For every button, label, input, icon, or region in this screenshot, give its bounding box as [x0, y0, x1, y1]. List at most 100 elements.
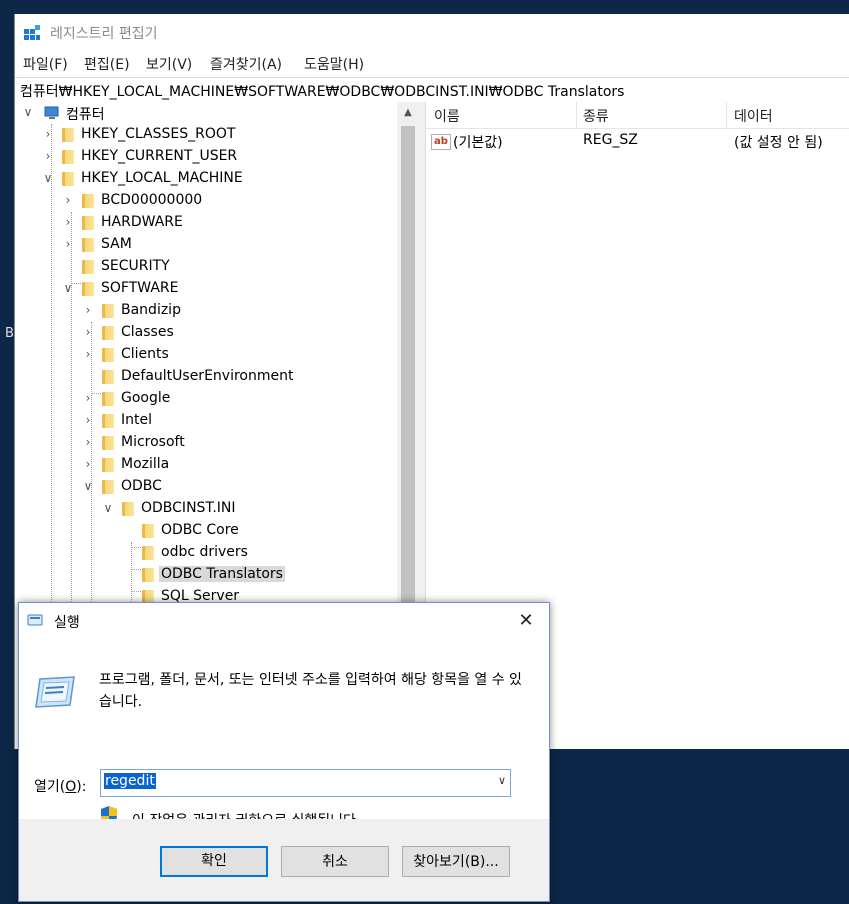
tree-node-label[interactable]: Intel — [119, 412, 154, 428]
value-row[interactable]: ab (기본값) REG_SZ (값 설정 안 됨) — [426, 130, 849, 152]
folder-icon — [102, 436, 114, 450]
tree-node[interactable]: ∨ SOFTWARE — [15, 278, 397, 300]
tree-node-label[interactable]: SECURITY — [99, 258, 172, 274]
chevron-right-icon[interactable]: › — [41, 149, 55, 163]
folder-icon — [102, 458, 114, 472]
folder-icon — [142, 524, 154, 538]
tree-node[interactable]: › Clients — [15, 344, 397, 366]
tree-node[interactable]: ∨ ODBC — [15, 476, 397, 498]
tree-node[interactable]: › HKEY_CLASSES_ROOT — [15, 124, 397, 146]
scroll-up-icon[interactable]: ▲ — [397, 102, 419, 124]
tree-node[interactable]: › Google — [15, 388, 397, 410]
address-bar[interactable]: 컴퓨터₩HKEY_LOCAL_MACHINE₩SOFTWARE₩ODBC₩ODB… — [15, 77, 849, 103]
tree-node-label[interactable]: HKEY_LOCAL_MACHINE — [79, 170, 245, 186]
menu-bar: 파일(F) 편집(E) 보기(V) 즐겨찾기(A) 도움말(H) — [15, 50, 849, 76]
tree-node-label[interactable]: odbc drivers — [159, 544, 250, 560]
tree-node-label[interactable]: SAM — [99, 236, 134, 252]
tree-node[interactable]: › BCD00000000 — [15, 190, 397, 212]
menu-favorites[interactable]: 즐겨찾기(A) — [210, 54, 282, 74]
tree-node[interactable]: › HARDWARE — [15, 212, 397, 234]
cancel-button[interactable]: 취소 — [281, 846, 389, 877]
chevron-right-icon[interactable]: › — [61, 237, 75, 251]
tree-node-label[interactable]: 컴퓨터 — [64, 104, 107, 124]
column-header-name[interactable]: 이름 — [434, 106, 460, 126]
address-path[interactable]: 컴퓨터₩HKEY_LOCAL_MACHINE₩SOFTWARE₩ODBC₩ODB… — [20, 81, 624, 101]
menu-edit[interactable]: 편집(E) — [84, 54, 130, 74]
tree-node-label[interactable]: Clients — [119, 346, 171, 362]
tree-node[interactable]: ODBC Core — [15, 520, 397, 542]
chevron-right-icon[interactable]: › — [81, 391, 95, 405]
tree-node-label[interactable]: ODBC Translators — [159, 566, 285, 582]
tree-node-label[interactable]: SOFTWARE — [99, 280, 181, 296]
chevron-right-icon[interactable]: › — [81, 303, 95, 317]
tree-node-label[interactable]: HKEY_CLASSES_ROOT — [79, 126, 237, 142]
tree-node[interactable]: › Bandizip — [15, 300, 397, 322]
chevron-right-icon[interactable]: › — [81, 325, 95, 339]
folder-icon — [62, 172, 74, 186]
tree-node-label[interactable]: DefaultUserEnvironment — [119, 368, 295, 384]
menu-view[interactable]: 보기(V) — [146, 54, 192, 74]
folder-icon — [102, 370, 114, 384]
tree-node-label[interactable]: ODBC Core — [159, 522, 241, 538]
folder-icon — [102, 480, 114, 494]
run-body: 프로그램, 폴더, 문서, 또는 인터넷 주소를 입력하여 해당 항목을 열 수… — [19, 639, 549, 829]
folder-icon — [82, 194, 94, 208]
tree-node-label[interactable]: HARDWARE — [99, 214, 185, 230]
chevron-down-icon[interactable]: ∨ — [21, 105, 35, 119]
desktop-edge-glyph: B — [5, 326, 14, 341]
ok-button[interactable]: 확인 — [160, 846, 268, 877]
open-label: 열기(O): — [34, 776, 86, 796]
tree-node-label[interactable]: Google — [119, 390, 172, 406]
chevron-right-icon[interactable]: › — [81, 435, 95, 449]
folder-icon — [102, 348, 114, 362]
chevron-right-icon[interactable]: › — [61, 193, 75, 207]
open-input-value[interactable]: regedit — [104, 773, 156, 789]
tree-node[interactable]: › HKEY_CURRENT_USER — [15, 146, 397, 168]
tree-node[interactable]: ∨ HKEY_LOCAL_MACHINE — [15, 168, 397, 190]
menu-help[interactable]: 도움말(H) — [304, 54, 364, 74]
tree-node[interactable]: › Classes — [15, 322, 397, 344]
tree-node-label[interactable]: Microsoft — [119, 434, 187, 450]
tree-node-label[interactable]: Mozilla — [119, 456, 171, 472]
menu-file[interactable]: 파일(F) — [23, 54, 68, 74]
tree-node-label[interactable]: ODBC — [119, 478, 164, 494]
tree-node[interactable]: › Intel — [15, 410, 397, 432]
folder-icon — [82, 216, 94, 230]
tree-node-label[interactable]: HKEY_CURRENT_USER — [79, 148, 239, 164]
value-name[interactable]: (기본값) — [453, 132, 503, 152]
chevron-right-icon[interactable]: › — [61, 215, 75, 229]
tree-node[interactable]: › SAM — [15, 234, 397, 256]
chevron-right-icon[interactable]: › — [41, 127, 55, 141]
tree-node[interactable]: odbc drivers — [15, 542, 397, 564]
column-header-data[interactable]: 데이터 — [734, 106, 773, 126]
chevron-down-icon[interactable]: ∨ — [498, 774, 506, 787]
tree-node-computer[interactable]: ∨ 컴퓨터 — [15, 102, 397, 124]
tree-node[interactable]: SECURITY — [15, 256, 397, 278]
chevron-down-icon[interactable]: ∨ — [61, 281, 75, 295]
chevron-right-icon[interactable]: › — [81, 457, 95, 471]
chevron-right-icon[interactable]: › — [81, 347, 95, 361]
folder-icon — [82, 282, 94, 296]
tree-node[interactable]: ODBC Translators — [15, 564, 397, 586]
tree-node[interactable]: › Mozilla — [15, 454, 397, 476]
column-separator[interactable] — [726, 102, 727, 128]
chevron-down-icon[interactable]: ∨ — [101, 501, 115, 515]
value-type: REG_SZ — [583, 132, 638, 148]
folder-icon — [102, 326, 114, 340]
close-icon[interactable]: ✕ — [503, 603, 549, 639]
tree-node[interactable]: DefaultUserEnvironment — [15, 366, 397, 388]
tree-node-label[interactable]: BCD00000000 — [99, 192, 204, 208]
tree-node-label[interactable]: Bandizip — [119, 302, 183, 318]
run-description: 프로그램, 폴더, 문서, 또는 인터넷 주소를 입력하여 해당 항목을 열 수… — [99, 672, 522, 710]
chevron-down-icon[interactable]: ∨ — [81, 479, 95, 493]
browse-button[interactable]: 찾아보기(B)... — [402, 846, 510, 877]
chevron-down-icon[interactable]: ∨ — [41, 171, 55, 185]
column-header-type[interactable]: 종류 — [583, 106, 609, 126]
tree-node-label[interactable]: ODBCINST.INI — [139, 500, 238, 516]
tree-node[interactable]: › Microsoft — [15, 432, 397, 454]
chevron-right-icon[interactable]: › — [81, 413, 95, 427]
tree-node-label[interactable]: Classes — [119, 324, 176, 340]
tree-node[interactable]: ∨ ODBCINST.INI — [15, 498, 397, 520]
column-separator[interactable] — [576, 102, 577, 128]
open-combobox[interactable]: regedit ∨ — [100, 769, 511, 797]
